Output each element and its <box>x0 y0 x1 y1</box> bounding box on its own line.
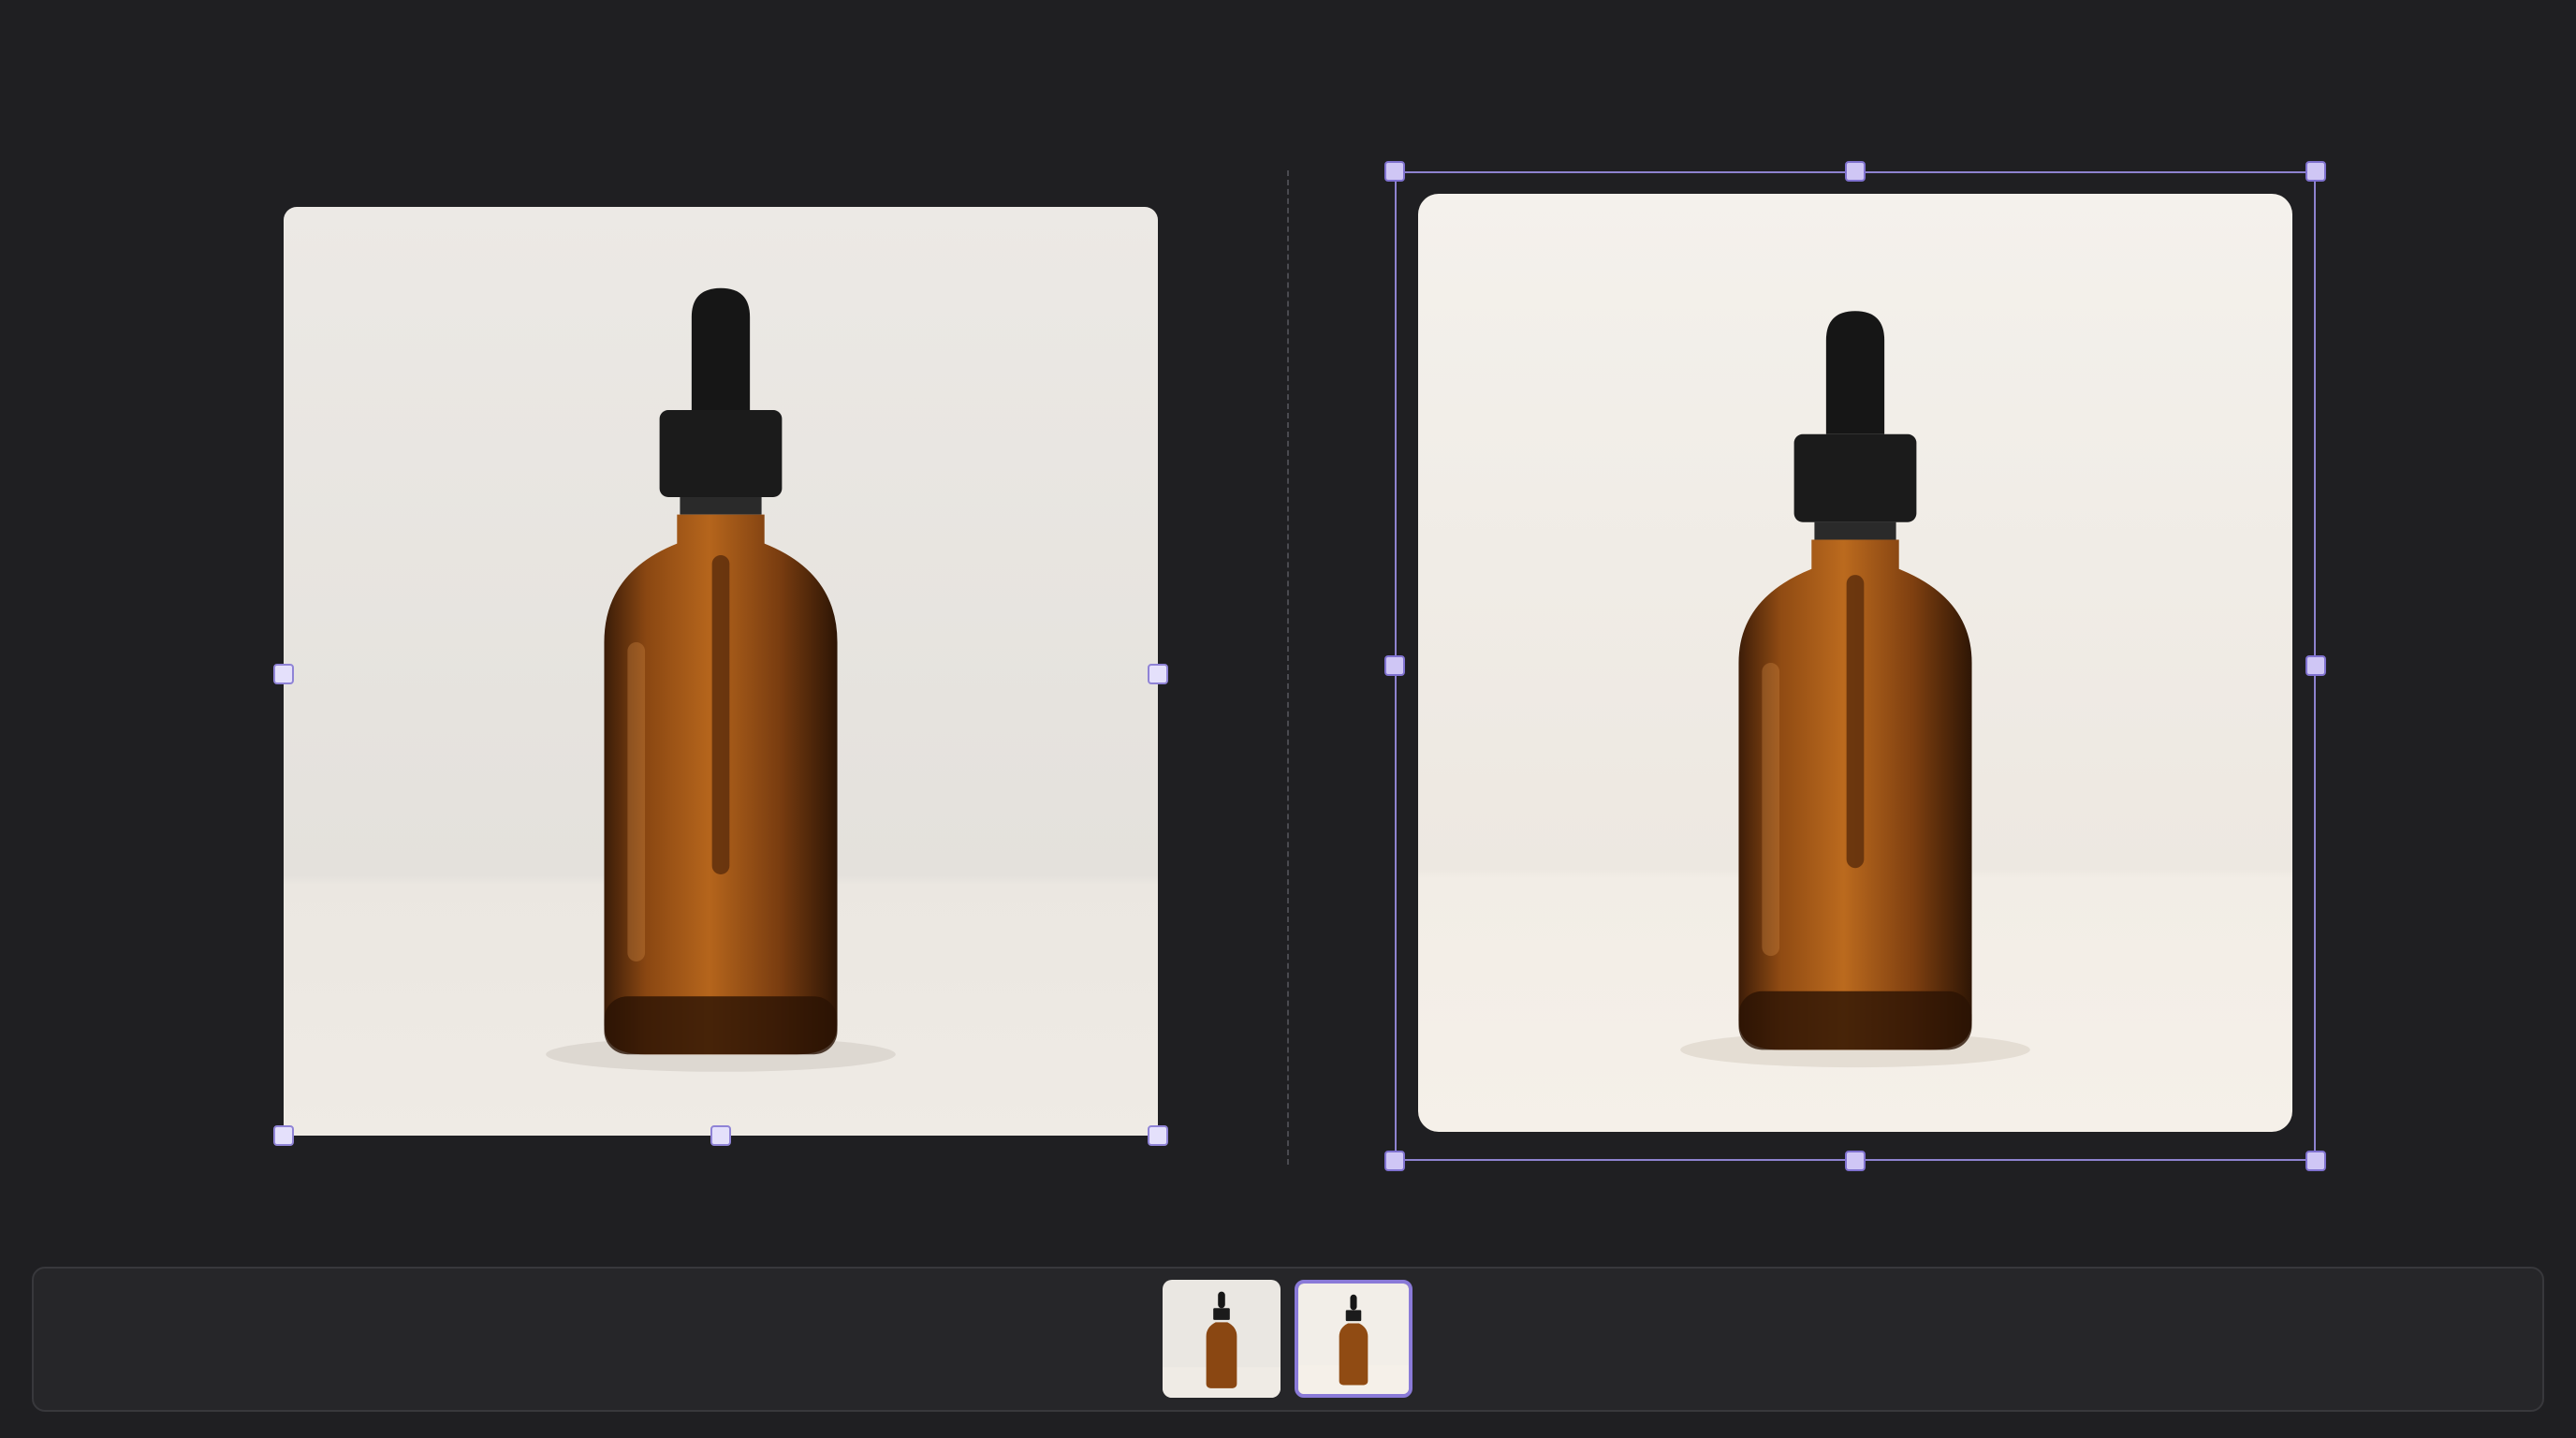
resize-handle-bottom[interactable] <box>710 1125 731 1146</box>
selection-handle-bottom-left[interactable] <box>1384 1151 1405 1171</box>
selection-handle-top[interactable] <box>1845 161 1866 182</box>
filmstrip-panel <box>32 1267 2544 1412</box>
dropper-bottle-image <box>284 207 1158 1136</box>
canvas-image-original[interactable] <box>284 207 1158 1136</box>
compare-divider <box>1287 170 1289 1165</box>
resize-handle-right[interactable] <box>1148 664 1168 684</box>
thumbnail-2[interactable] <box>1295 1280 1412 1398</box>
resize-handle-bottom-right[interactable] <box>1148 1125 1168 1146</box>
dropper-bottle-image <box>1298 1284 1409 1394</box>
selection-handle-left[interactable] <box>1384 655 1405 676</box>
resize-handle-left[interactable] <box>273 664 294 684</box>
resize-handle-bottom-left[interactable] <box>273 1125 294 1146</box>
dropper-bottle-image <box>1163 1280 1281 1398</box>
selection-handle-right[interactable] <box>2305 655 2326 676</box>
selection-handle-top-right[interactable] <box>2305 161 2326 182</box>
selection-handle-top-left[interactable] <box>1384 161 1405 182</box>
selection-handle-bottom-right[interactable] <box>2305 1151 2326 1171</box>
thumbnail-1[interactable] <box>1163 1280 1281 1398</box>
canvas-image-variant[interactable] <box>1418 194 2292 1132</box>
selection-handle-bottom[interactable] <box>1845 1151 1866 1171</box>
dropper-bottle-image <box>1418 194 2292 1132</box>
